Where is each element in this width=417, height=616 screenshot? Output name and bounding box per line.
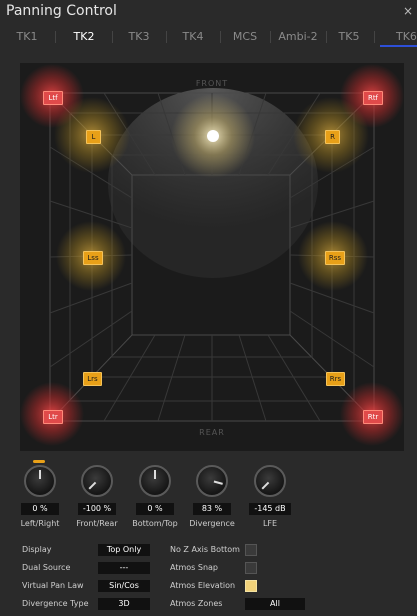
source-position-handle[interactable] [207,130,219,142]
bottom-top-value: 0 % [136,503,174,515]
tab-tk1[interactable]: TK1 [2,26,52,48]
left-right-value: 0 % [21,503,59,515]
lfe-control: -145 dB LFE [240,465,300,528]
knob-center-mark [33,460,45,463]
title-bar: Panning Control × [0,0,417,24]
front-label: FRONT [195,79,229,88]
tab-mcs[interactable]: MCS [222,26,268,48]
left-right-knob[interactable] [24,460,56,497]
divergence-type-select[interactable]: 3D [98,598,150,610]
knob-pointer [261,481,270,490]
speaker-rss[interactable]: Rss [325,251,345,265]
speaker-rtf[interactable]: Rtf [363,91,383,105]
tab-tk5[interactable]: TK5 [328,26,370,48]
tab-ambi-2[interactable]: Ambi-2 [272,26,324,48]
divergence-label: Divergence [189,519,235,528]
speaker-lrs[interactable]: Lrs [83,372,102,386]
no-z-axis-bottom-label: No Z Axis Bottom [170,545,240,554]
atmos-zones-select[interactable]: All [245,598,305,610]
active-tab-indicator [380,45,417,47]
front-rear-control: -100 % Front/Rear [67,465,127,528]
divergence-knob[interactable] [196,465,228,497]
close-icon[interactable]: × [403,4,413,18]
tab-divider [326,31,327,43]
front-rear-label: Front/Rear [76,519,118,528]
speaker-r[interactable]: R [325,130,340,144]
front-rear-value: -100 % [78,503,116,515]
window-title: Panning Control [6,3,117,19]
speaker-rrs[interactable]: Rrs [326,372,345,386]
lfe-knob[interactable] [254,465,286,497]
track-tabs: TK1 TK2 TK3 TK4 MCS Ambi-2 TK5 TK6 [0,26,417,48]
tab-divider [374,31,375,43]
left-right-control: 0 % Left/Right [10,460,70,528]
knob-pointer [88,481,97,490]
tab-tk4[interactable]: TK4 [168,26,218,48]
dual-source-select[interactable]: --- [98,562,150,574]
tab-divider [220,31,221,43]
lfe-value: -145 dB [249,503,291,515]
tab-divider [270,31,271,43]
atmos-zones-label: Atmos Zones [170,599,223,608]
bottom-top-knob[interactable] [139,465,171,497]
virtual-pan-law-label: Virtual Pan Law [22,581,84,590]
tab-divider [112,31,113,43]
dual-source-label: Dual Source [22,563,71,572]
display-select[interactable]: Top Only [98,544,150,556]
speaker-ltf[interactable]: Ltf [43,91,63,105]
bottom-top-label: Bottom/Top [132,519,178,528]
bottom-top-control: 0 % Bottom/Top [125,465,185,528]
lfe-label: LFE [262,519,278,528]
rear-label: REAR [199,428,225,437]
room-grid [20,64,404,446]
tab-tk2[interactable]: TK2 [58,26,110,48]
divergence-control: 83 % Divergence [182,465,242,528]
knob-pointer [154,470,156,479]
virtual-pan-law-select[interactable]: Sin/Cos [98,580,150,592]
display-label: Display [22,545,52,554]
atmos-snap-label: Atmos Snap [170,563,218,572]
speaker-rtr[interactable]: Rtr [363,410,383,424]
tab-divider [55,31,56,43]
no-z-axis-bottom-checkbox[interactable] [245,544,257,556]
atmos-elevation-label: Atmos Elevation [170,581,236,590]
panning-field[interactable]: FRONT REAR Ltf Rtf L R Lss Rss Lrs Rrs L… [20,63,404,451]
knob-pointer [213,480,223,485]
left-right-label: Left/Right [20,519,60,528]
front-rear-knob[interactable] [81,465,113,497]
speaker-lss[interactable]: Lss [83,251,103,265]
tab-tk3[interactable]: TK3 [114,26,164,48]
speaker-ltr[interactable]: Ltr [43,410,63,424]
divergence-value: 83 % [193,503,231,515]
atmos-elevation-checkbox[interactable] [245,580,257,592]
divergence-type-label: Divergence Type [22,599,89,608]
atmos-snap-checkbox[interactable] [245,562,257,574]
knob-pointer [39,470,41,479]
tab-divider [166,31,167,43]
speaker-l[interactable]: L [86,130,101,144]
